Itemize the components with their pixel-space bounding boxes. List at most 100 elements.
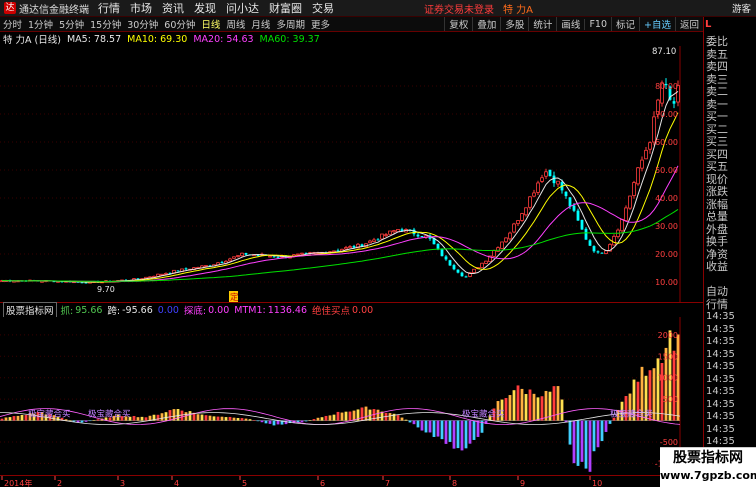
candlestick-chart[interactable]: 80.00 70.00 60.00 50.00 40.00 30.00 20.00 10.00… (0, 46, 703, 303)
histogram-bar (244, 418, 248, 421)
histogram-bar (348, 411, 352, 421)
candle-body (256, 255, 260, 257)
time-label: 4 (174, 479, 179, 487)
indicator-name[interactable]: 股票指标网 (3, 302, 57, 318)
histogram-bar (8, 417, 12, 421)
tool-biaoji[interactable]: 标记 (611, 17, 639, 31)
histogram-bar (604, 420, 608, 432)
add-watchlist-button[interactable]: +自选 (639, 17, 675, 31)
tool-f10[interactable]: F10 (584, 18, 611, 30)
candle-body (612, 235, 616, 246)
menu-zixun[interactable]: 资讯 (157, 0, 189, 16)
tab-1min[interactable]: 1分钟 (25, 17, 56, 31)
sub-y-tick-label: -500 (660, 438, 678, 447)
histogram-bar (308, 420, 312, 421)
main-chart-bg (0, 46, 703, 302)
tool-diejia[interactable]: 叠加 (472, 17, 500, 31)
tab-fenshi[interactable]: 分时 (0, 17, 25, 31)
candle-body (628, 195, 632, 209)
histogram-bar (196, 414, 200, 421)
candle-body (532, 192, 536, 197)
tab-5min[interactable]: 5分钟 (56, 17, 87, 31)
candle-body (632, 182, 636, 196)
tool-huaxian[interactable]: 画线 (556, 17, 584, 31)
tab-weekly[interactable]: 周线 (223, 17, 248, 31)
ind-kua-label: 跨: (107, 306, 121, 317)
candle-body (236, 255, 240, 257)
candle-body (420, 235, 424, 237)
histogram-bar (220, 416, 224, 421)
ind-tandi-value: 0.00 (208, 304, 230, 316)
histogram-bar (404, 419, 408, 421)
histogram-bar (332, 414, 336, 421)
menu-caifuquan[interactable]: 财富圈 (264, 0, 307, 16)
y-tick-label: 40.00 (655, 194, 678, 203)
histogram-bar (576, 420, 580, 466)
app-name: 通达信金融终端 (19, 4, 89, 16)
histogram-bar (440, 420, 444, 440)
histogram-bar (448, 420, 452, 442)
candle-body (392, 230, 396, 233)
histogram-bar (240, 418, 244, 421)
tool-tongji[interactable]: 统计 (528, 17, 556, 31)
tab-monthly[interactable]: 月线 (248, 17, 273, 31)
candle-body (564, 191, 568, 197)
tab-daily[interactable]: 日线 (198, 17, 223, 31)
ind-zhua-label: 抓: (60, 306, 74, 317)
histogram-bar (300, 420, 304, 423)
y-tick-label: 20.00 (655, 250, 678, 259)
histogram-bar (248, 419, 252, 421)
candle-body (492, 250, 496, 257)
tab-30min[interactable]: 30分钟 (124, 17, 161, 31)
indicator-chart[interactable]: 200015001000500-500-1000 极宝藏合买极宝藏合买极宝藏合买… (0, 317, 703, 475)
candle-body (376, 239, 380, 241)
candle-body (556, 180, 560, 185)
panel-item: 14:35 (706, 411, 735, 422)
histogram-bar (544, 390, 548, 421)
histogram-bar (560, 399, 564, 421)
histogram-bar (452, 420, 456, 449)
login-warning[interactable]: 证券交易未登录 (419, 1, 499, 16)
histogram-bar (12, 416, 16, 421)
tab-15min[interactable]: 15分钟 (87, 17, 124, 31)
buy-annotation: 极宝藏合买 (88, 409, 131, 420)
menu-jiaoyi[interactable]: 交易 (307, 0, 339, 16)
tab-more[interactable]: 更多 (308, 17, 333, 31)
candle-body (484, 260, 488, 264)
candle-body (220, 262, 224, 264)
quote-side-panel: 委比 卖五 卖四 卖三 卖二 卖一 买一 买二 买三 买四 买五 现价 涨跌 涨幅 总量 外盘 换手 净资 收益 自动… (703, 17, 756, 487)
histogram-bar (596, 420, 600, 448)
candle-body (344, 247, 348, 250)
tool-duogu[interactable]: 多股 (500, 17, 528, 31)
tab-60min[interactable]: 60分钟 (161, 17, 198, 31)
tab-multi-period[interactable]: 多周期 (273, 17, 308, 31)
menu-hangqing[interactable]: 行情 (93, 0, 125, 16)
tool-fuquan[interactable]: 复权 (444, 17, 472, 31)
candle-body (176, 270, 180, 272)
histogram-bar (344, 411, 348, 421)
back-button[interactable]: 返回 (674, 17, 703, 31)
histogram-bar (264, 420, 268, 424)
menu-shichang[interactable]: 市场 (125, 0, 157, 16)
candle-body (588, 240, 592, 246)
candle-body (184, 268, 188, 270)
panel-item: 14:35 (706, 348, 735, 360)
histogram-bar (316, 417, 320, 421)
histogram-bar (24, 415, 28, 421)
guest-button[interactable]: 游客 (727, 1, 756, 15)
panel-item: 涨跌 (706, 185, 728, 198)
sub-y-tick-label: 1000 (658, 374, 678, 383)
candle-body (268, 255, 272, 258)
candle-body (640, 159, 644, 169)
candle-body (452, 265, 456, 270)
histogram-bar (208, 415, 212, 421)
menu-faxian[interactable]: 发现 (189, 0, 221, 16)
histogram-bar (532, 393, 536, 421)
histogram-bar (236, 418, 240, 421)
ma20-value: MA20: 54.63 (193, 33, 254, 45)
panel-item: 14:35 (706, 423, 735, 435)
histogram-bar (156, 414, 160, 421)
menu-wenxiaoda[interactable]: 问小达 (221, 0, 264, 16)
panel-corner-label: L (705, 19, 712, 30)
candle-body (524, 207, 528, 216)
